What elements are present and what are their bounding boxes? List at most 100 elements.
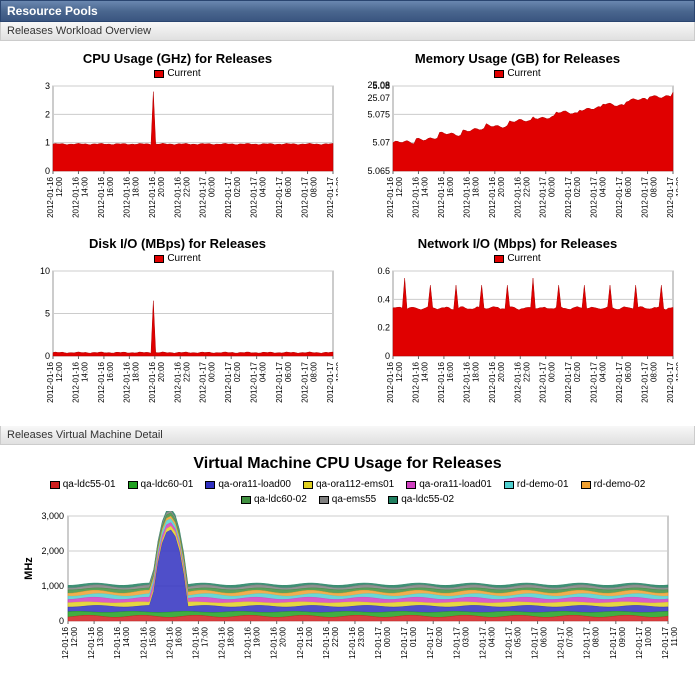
svg-text:5.07: 5.07 [372,138,390,148]
chart-title: Disk I/O (MBps) for Releases [89,236,266,251]
chart-svg: 01232012-01-1612:002012-01-1614:002012-0… [18,81,338,231]
legend-label: Current [167,253,200,264]
svg-text:2012-01-17: 2012-01-17 [666,361,675,402]
svg-text:05:00: 05:00 [513,626,522,647]
svg-text:06:00: 06:00 [624,176,633,197]
svg-text:12-01-17: 12-01-17 [661,626,670,659]
svg-text:25.07: 25.07 [367,93,390,103]
vm-legend-item: qa-ems55 [319,494,376,505]
svg-text:08:00: 08:00 [309,176,318,197]
svg-text:2012-01-17: 2012-01-17 [300,361,309,402]
svg-text:19:00: 19:00 [252,626,261,647]
legend-label: rd-demo-02 [594,479,646,490]
svg-text:06:00: 06:00 [284,176,293,197]
svg-text:20:00: 20:00 [278,626,287,647]
svg-text:13:00: 13:00 [96,626,105,647]
svg-text:10:00: 10:00 [335,361,338,382]
svg-text:18:00: 18:00 [131,361,140,382]
overview-charts-grid: CPU Usage (GHz) for ReleasesCurrent01232… [0,41,695,426]
svg-text:2012-01-16: 2012-01-16 [46,361,55,402]
svg-text:06:00: 06:00 [284,361,293,382]
svg-text:12-01-17: 12-01-17 [374,626,383,659]
vm-chart-title: Virtual Machine CPU Usage for Releases [193,455,501,473]
svg-text:16:00: 16:00 [445,361,454,382]
legend-label: qa-ems55 [332,494,376,505]
svg-text:0.6: 0.6 [377,266,390,276]
svg-text:0: 0 [44,166,49,176]
svg-text:2012-01-16: 2012-01-16 [411,361,420,402]
svg-text:2,000: 2,000 [41,546,64,556]
resource-pools-header: Resource Pools [0,0,695,22]
svg-text:12-01-17: 12-01-17 [608,626,617,659]
svg-text:3,000: 3,000 [41,511,64,521]
chart-net: Network I/O (Mbps) for ReleasesCurrent00… [350,236,685,416]
svg-text:02:00: 02:00 [573,361,582,382]
svg-text:18:00: 18:00 [471,361,480,382]
svg-text:2012-01-16: 2012-01-16 [147,361,156,402]
svg-text:2012-01-17: 2012-01-17 [615,176,624,217]
svg-text:00:00: 00:00 [547,361,556,382]
legend-label: Current [167,68,200,79]
svg-text:02:00: 02:00 [435,626,444,647]
svg-text:2012-01-17: 2012-01-17 [275,176,284,217]
svg-text:1: 1 [44,138,49,148]
svg-text:2012-01-17: 2012-01-17 [666,176,675,217]
svg-text:23:00: 23:00 [356,626,365,647]
svg-text:2012-01-17: 2012-01-17 [300,176,309,217]
legend-swatch [406,481,416,489]
legend-swatch [388,496,398,504]
vm-legend-item: qa-ldc60-01 [128,479,194,490]
svg-text:0.4: 0.4 [377,294,390,304]
overview-section-header: Releases Workload Overview [0,22,695,41]
svg-text:5.075: 5.075 [367,109,390,119]
svg-text:2012-01-17: 2012-01-17 [564,176,573,217]
chart-legend: Current [494,68,540,79]
svg-text:09:00: 09:00 [617,626,626,647]
svg-text:12-01-16: 12-01-16 [165,626,174,659]
vm-legend-item: qa-ldc55-02 [388,494,454,505]
svg-text:2012-01-17: 2012-01-17 [538,176,547,217]
legend-swatch [154,255,164,263]
vm-legend-item: qa-ldc60-02 [241,494,307,505]
svg-text:2012-01-16: 2012-01-16 [386,361,395,402]
svg-text:2012-01-16: 2012-01-16 [436,176,445,217]
svg-text:2012-01-17: 2012-01-17 [224,361,233,402]
svg-text:12-01-16: 12-01-16 [61,626,70,659]
legend-swatch [494,255,504,263]
svg-text:2012-01-16: 2012-01-16 [46,176,55,217]
chart-title: Network I/O (Mbps) for Releases [418,236,617,251]
svg-text:12:00: 12:00 [55,176,64,197]
svg-text:18:00: 18:00 [226,626,235,647]
svg-text:2012-01-16: 2012-01-16 [147,176,156,217]
svg-text:12-01-17: 12-01-17 [426,626,435,659]
vm-legend-item: qa-ldc55-01 [50,479,116,490]
svg-text:2012-01-16: 2012-01-16 [71,176,80,217]
svg-text:16:00: 16:00 [445,176,454,197]
svg-text:12:00: 12:00 [395,361,404,382]
svg-text:0.2: 0.2 [377,323,390,333]
svg-text:12-01-17: 12-01-17 [504,626,513,659]
svg-text:02:00: 02:00 [573,176,582,197]
detail-section-header: Releases Virtual Machine Detail [0,426,695,445]
svg-text:11:00: 11:00 [670,626,678,646]
svg-text:2012-01-16: 2012-01-16 [96,361,105,402]
svg-text:10:00: 10:00 [675,176,678,197]
svg-text:2012-01-17: 2012-01-17 [198,361,207,402]
svg-text:2012-01-16: 2012-01-16 [436,361,445,402]
svg-text:03:00: 03:00 [461,626,470,647]
legend-swatch [241,496,251,504]
svg-text:04:00: 04:00 [258,176,267,197]
svg-text:14:00: 14:00 [420,361,429,382]
svg-text:22:00: 22:00 [182,361,191,382]
svg-text:2012-01-17: 2012-01-17 [589,176,598,217]
svg-text:00:00: 00:00 [207,176,216,197]
svg-text:12-01-16: 12-01-16 [191,626,200,659]
legend-label: qa-ldc55-01 [63,479,116,490]
legend-label: qa-ora11-load00 [218,479,291,490]
chart-svg: 00.20.40.62012-01-1612:002012-01-1614:00… [358,266,678,416]
svg-text:08:00: 08:00 [649,361,658,382]
svg-text:01:00: 01:00 [409,626,418,647]
svg-text:0: 0 [58,616,63,626]
legend-swatch [205,481,215,489]
chart-mem: Memory Usage (GB) for ReleasesCurrent5.0… [350,51,685,231]
